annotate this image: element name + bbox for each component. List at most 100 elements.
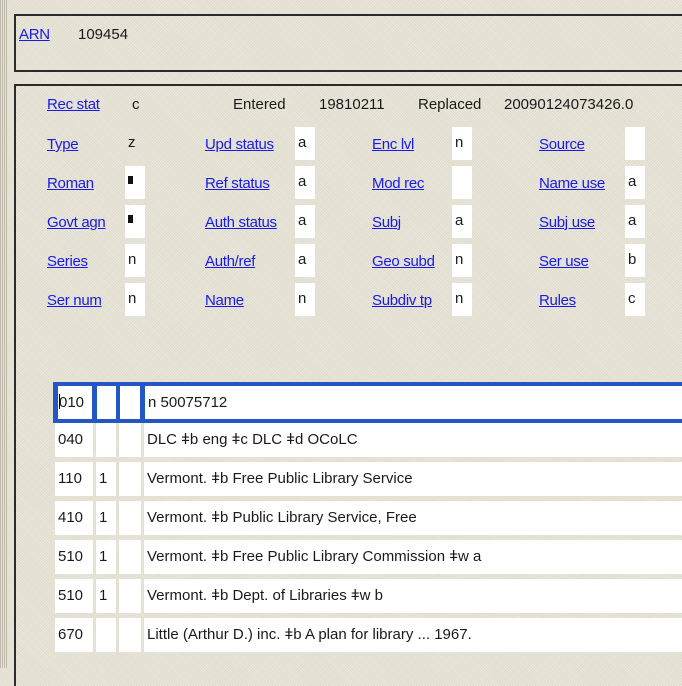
tag-cell-text: 010 (59, 394, 85, 411)
indicator1-cell-text: 1 (99, 548, 108, 565)
mod-rec-link[interactable]: Mod rec (372, 175, 424, 192)
subj-use-link[interactable]: Subj use (539, 214, 595, 231)
window-left-edge (0, 0, 7, 668)
field-data-cell-text: n 50075712 (148, 394, 228, 411)
field-data-cell[interactable]: Vermont. ǂb Free Public Library Commissi… (144, 540, 682, 574)
auth-status-link[interactable]: Auth status (205, 214, 277, 231)
replaced-label: Replaced (418, 96, 482, 113)
ser-num-link[interactable]: Ser num (47, 292, 102, 309)
field-data-cell[interactable]: Vermont. ǂb Public Library Service, Free (144, 501, 682, 535)
field-data-cell-text: Vermont. ǂb Free Public Library Commissi… (147, 548, 482, 565)
tag-cell[interactable]: 410 (55, 501, 93, 535)
tag-cell-text: 110 (58, 470, 82, 487)
marc-field-row[interactable]: 670 Little (Arthur D.) inc. ǂb A plan for… (55, 616, 682, 655)
indicator1-cell[interactable] (97, 386, 116, 419)
marc-field-row[interactable]: 040 DLC ǂb eng ǂc DLC ǂd OCoLC (55, 421, 682, 460)
tag-cell-text: 670 (58, 626, 84, 643)
auth-ref-value[interactable]: a (295, 244, 315, 277)
indicator2-cell[interactable] (119, 540, 141, 574)
field-data-cell[interactable]: DLC ǂb eng ǂc DLC ǂd OCoLC (144, 423, 682, 457)
roman-link[interactable]: Roman (47, 175, 94, 192)
source-link[interactable]: Source (539, 136, 585, 153)
arn-value: 109454 (78, 26, 129, 43)
tag-cell[interactable]: 510 (55, 540, 93, 574)
enc-lvl-value[interactable]: n (452, 127, 472, 160)
enc-lvl-link[interactable]: Enc lvl (372, 136, 414, 153)
entered-label: Entered (233, 96, 286, 113)
roman-value[interactable] (125, 166, 145, 199)
marc-field-row[interactable]: 510 1 Vermont. ǂb Free Public Library Comm… (55, 538, 682, 577)
name-use-value[interactable]: a (625, 166, 645, 199)
geo-subd-link[interactable]: Geo subd (372, 253, 435, 270)
indicator2-cell[interactable] (119, 423, 141, 457)
ref-status-value[interactable]: a (295, 166, 315, 199)
field-data-cell[interactable]: n 50075712 (145, 386, 682, 419)
tag-cell-text: 040 (58, 431, 84, 448)
subdiv-tp-value[interactable]: n (452, 283, 472, 316)
tag-cell[interactable]: 010 (58, 386, 92, 419)
subj-link[interactable]: Subj (372, 214, 401, 231)
mod-rec-value[interactable] (452, 166, 472, 199)
field-data-cell-text: Vermont. ǂb Free Public Library Service (147, 470, 413, 487)
tag-cell-text: 510 (58, 587, 84, 604)
auth-status-value[interactable]: a (295, 205, 315, 238)
tag-cell[interactable]: 670 (55, 618, 93, 652)
indicator1-cell-text: 1 (99, 587, 108, 604)
govt-agn-link[interactable]: Govt agn (47, 214, 106, 231)
rec-stat-link[interactable]: Rec stat (47, 96, 100, 113)
indicator1-cell[interactable]: 1 (96, 579, 116, 613)
marc-fields-table: 010 n 50075712 040 DLC ǂb eng ǂc DLC ǂd OCo… (53, 382, 682, 655)
type-link[interactable]: Type (47, 136, 79, 153)
series-value[interactable]: n (125, 244, 145, 277)
subj-use-value[interactable]: a (625, 205, 645, 238)
tag-cell[interactable]: 110 (55, 462, 93, 496)
replaced-value: 20090124073426.0 (504, 96, 634, 113)
indicator1-cell[interactable] (96, 618, 116, 652)
type-value: z (128, 134, 136, 151)
name-use-link[interactable]: Name use (539, 175, 605, 192)
tag-cell[interactable]: 510 (55, 579, 93, 613)
tag-cell-text: 510 (58, 548, 84, 565)
govt-agn-value[interactable] (125, 205, 145, 238)
subdiv-tp-link[interactable]: Subdiv tp (372, 292, 432, 309)
series-link[interactable]: Series (47, 253, 88, 270)
indicator1-cell[interactable]: 1 (96, 501, 116, 535)
indicator1-cell[interactable] (96, 423, 116, 457)
marc-field-row[interactable]: 110 1 Vermont. ǂb Free Public Library Serv… (55, 460, 682, 499)
arn-link[interactable]: ARN (19, 26, 50, 43)
marc-field-row[interactable]: 510 1 Vermont. ǂb Dept. of Libraries ǂw b (55, 577, 682, 616)
field-data-cell-text: DLC ǂb eng ǂc DLC ǂd OCoLC (147, 431, 358, 448)
field-data-cell[interactable]: Little (Arthur D.) inc. ǂb A plan for li… (144, 618, 682, 652)
entered-value: 19810211 (319, 96, 385, 113)
indicator2-cell[interactable] (119, 462, 141, 496)
field-data-cell-text: Vermont. ǂb Public Library Service, Free (147, 509, 417, 526)
geo-subd-value[interactable]: n (452, 244, 472, 277)
indicator2-cell[interactable] (119, 579, 141, 613)
name-link[interactable]: Name (205, 292, 244, 309)
ser-num-value[interactable]: n (125, 283, 145, 316)
field-data-cell[interactable]: Vermont. ǂb Dept. of Libraries ǂw b (144, 579, 682, 613)
ser-use-value[interactable]: b (625, 244, 645, 277)
indicator2-cell[interactable] (120, 386, 140, 419)
source-value[interactable] (625, 127, 645, 160)
indicator2-cell[interactable] (119, 618, 141, 652)
tag-cell-text: 410 (58, 509, 84, 526)
arn-panel: ARN 109454 (14, 14, 682, 72)
marc-field-row[interactable]: 010 n 50075712 (53, 382, 682, 423)
rec-stat-value: c (132, 96, 140, 113)
subj-value[interactable]: a (452, 205, 472, 238)
ref-status-link[interactable]: Ref status (205, 175, 270, 192)
rules-value[interactable]: c (625, 283, 645, 316)
tag-cell[interactable]: 040 (55, 423, 93, 457)
marc-field-row[interactable]: 410 1 Vermont. ǂb Public Library Service, … (55, 499, 682, 538)
field-data-cell[interactable]: Vermont. ǂb Free Public Library Service (144, 462, 682, 496)
indicator1-cell[interactable]: 1 (96, 462, 116, 496)
name-value[interactable]: n (295, 283, 315, 316)
indicator1-cell[interactable]: 1 (96, 540, 116, 574)
auth-ref-link[interactable]: Auth/ref (205, 253, 255, 270)
indicator2-cell[interactable] (119, 501, 141, 535)
upd-status-value[interactable]: a (295, 127, 315, 160)
rules-link[interactable]: Rules (539, 292, 576, 309)
upd-status-link[interactable]: Upd status (205, 136, 274, 153)
ser-use-link[interactable]: Ser use (539, 253, 589, 270)
